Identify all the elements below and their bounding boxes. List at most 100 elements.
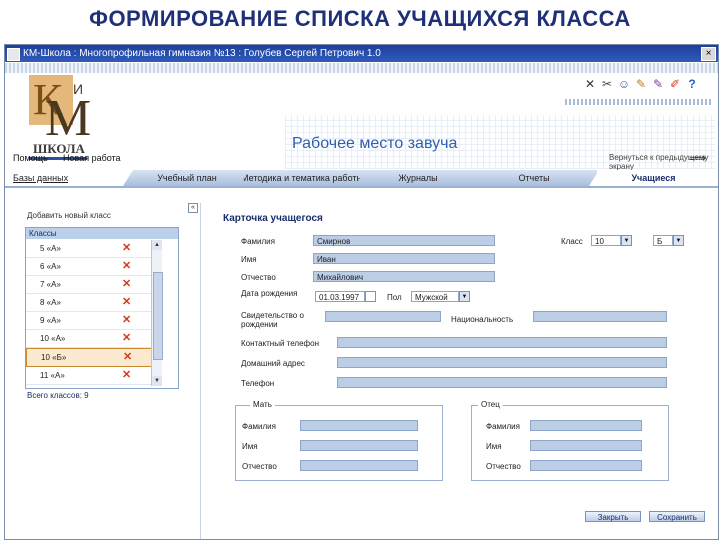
back-arrow-icon[interactable]: ⟹ bbox=[689, 151, 706, 165]
nationality-label: Национальность bbox=[451, 315, 514, 324]
classes-total: Всего классов: 9 bbox=[27, 391, 89, 400]
calendar-icon[interactable] bbox=[365, 291, 376, 302]
workspace-title: Рабочее место завуча bbox=[292, 135, 458, 152]
list-item-selected[interactable]: 10 «Б» ✕ bbox=[26, 348, 155, 367]
scissors-icon[interactable]: ✂ bbox=[600, 77, 614, 91]
chevron-down-icon[interactable]: ▼ bbox=[673, 235, 684, 246]
phone-label: Телефон bbox=[241, 379, 275, 388]
home-address-field[interactable] bbox=[337, 357, 667, 368]
birth-date-field[interactable]: 01.03.1997 bbox=[315, 291, 365, 302]
list-item[interactable]: 5 «А» ✕ bbox=[26, 240, 153, 258]
father-patronymic-label: Отчество bbox=[486, 462, 521, 471]
tab-databases[interactable]: Базы данных bbox=[13, 170, 113, 186]
class-label: 10 «А» bbox=[40, 334, 66, 343]
class-label: 11 «А» bbox=[40, 371, 65, 380]
father-surname-field[interactable] bbox=[530, 420, 642, 431]
scroll-thumb[interactable] bbox=[153, 272, 163, 360]
father-patronymic-field[interactable] bbox=[530, 460, 642, 471]
add-class-link[interactable]: Добавить новый класс bbox=[27, 211, 111, 220]
classes-list: Классы 5 «А» ✕ 6 «А» ✕ 7 «А» ✕ 8 «А» ✕ 9 «А»… bbox=[25, 227, 179, 389]
panel-divider bbox=[200, 203, 201, 539]
menu-help[interactable]: Помощь bbox=[13, 153, 48, 163]
father-legend: Отец bbox=[478, 400, 503, 409]
classes-list-header: Классы bbox=[26, 228, 178, 239]
class-label: 5 «А» bbox=[40, 244, 61, 253]
father-surname-label: Фамилия bbox=[486, 422, 520, 431]
birth-certificate-field[interactable] bbox=[325, 311, 441, 322]
mother-patronymic-label: Отчество bbox=[242, 462, 277, 471]
slide-title: ФОРМИРОВАНИЕ СПИСКА УЧАЩИХСЯ КЛАССА bbox=[89, 6, 631, 31]
class-label: 9 «А» bbox=[40, 316, 61, 325]
tabs-bar: Базы данных Учебный план Методика и тема… bbox=[5, 170, 718, 188]
phone-field[interactable] bbox=[337, 377, 667, 388]
delete-icon[interactable]: ✕ bbox=[122, 294, 131, 311]
logo-letter-m: М bbox=[45, 90, 92, 147]
tab-journals[interactable]: Журналы bbox=[355, 170, 481, 186]
help-icon[interactable]: ? bbox=[685, 77, 699, 91]
close-button[interactable]: Закрыть bbox=[585, 511, 641, 522]
collapse-icon[interactable]: « bbox=[188, 203, 198, 213]
list-item[interactable]: 7 «А» ✕ bbox=[26, 276, 153, 294]
surname-field[interactable]: Смирнов bbox=[313, 235, 495, 246]
birth-certificate-label: Свидетельство о рождении bbox=[241, 311, 304, 329]
delete-icon[interactable]: ✕ bbox=[122, 240, 131, 257]
contact-phone-field[interactable] bbox=[337, 337, 667, 348]
chevron-down-icon[interactable]: ▼ bbox=[621, 235, 632, 246]
list-item[interactable]: 10 «А» ✕ bbox=[26, 330, 153, 348]
patronymic-label: Отчество bbox=[241, 273, 276, 282]
nationality-field[interactable] bbox=[533, 311, 667, 322]
mother-name-field[interactable] bbox=[300, 440, 418, 451]
name-field[interactable]: Иван bbox=[313, 253, 495, 264]
tab-curriculum[interactable]: Учебный план bbox=[123, 170, 251, 186]
close-icon[interactable]: ✕ bbox=[583, 77, 597, 91]
mother-surname-label: Фамилия bbox=[242, 422, 276, 431]
delete-icon[interactable]: ✕ bbox=[122, 276, 131, 293]
class-letter-select[interactable]: Б bbox=[653, 235, 673, 246]
class-number-select[interactable]: 10 bbox=[591, 235, 621, 246]
classes-scrollbar[interactable]: ▲ ▼ bbox=[151, 240, 163, 386]
mother-patronymic-field[interactable] bbox=[300, 460, 418, 471]
tab-students[interactable]: Учащиеся bbox=[589, 170, 718, 186]
class-label: 8 «А» bbox=[40, 298, 61, 307]
edit-user-icon[interactable]: ✐ bbox=[668, 77, 682, 91]
card-title: Карточка учащегося bbox=[223, 213, 323, 224]
father-name-label: Имя bbox=[486, 442, 502, 451]
gender-select[interactable]: Мужской bbox=[411, 291, 459, 302]
km-school-logo: К И М ШКОЛА bbox=[29, 75, 97, 160]
class-label: 6 «А» bbox=[40, 262, 61, 271]
chevron-down-icon[interactable]: ▼ bbox=[459, 291, 470, 302]
decorative-stripe bbox=[5, 63, 718, 73]
class-label: Класс bbox=[561, 237, 583, 246]
save-button[interactable]: Сохранить bbox=[649, 511, 705, 522]
class-label: 10 «Б» bbox=[41, 353, 67, 362]
list-item[interactable]: 11 «А» ✕ bbox=[26, 367, 153, 385]
pencil-icon[interactable]: ✎ bbox=[634, 77, 648, 91]
scroll-down-icon[interactable]: ▼ bbox=[152, 376, 162, 386]
delete-icon[interactable]: ✕ bbox=[122, 312, 131, 329]
student-card: Карточка учащегося Фамилия Смирнов Класс… bbox=[215, 207, 715, 527]
window-titlebar: КМ-Школа : Многопрофильная гимназия №13 … bbox=[5, 45, 718, 62]
list-item[interactable]: 9 «А» ✕ bbox=[26, 312, 153, 330]
class-label: 7 «А» bbox=[40, 280, 61, 289]
app-icon bbox=[7, 48, 20, 61]
mother-surname-field[interactable] bbox=[300, 420, 418, 431]
surname-label: Фамилия bbox=[241, 237, 275, 246]
tab-methods[interactable]: Методика и тематика работы bbox=[239, 170, 365, 186]
list-item[interactable]: 8 «А» ✕ bbox=[26, 294, 153, 312]
patronymic-field[interactable]: Михайлович bbox=[313, 271, 495, 282]
mother-name-label: Имя bbox=[242, 442, 258, 451]
delete-icon[interactable]: ✕ bbox=[122, 367, 131, 384]
classes-panel: Добавить новый класс Классы 5 «А» ✕ 6 «А»… bbox=[23, 205, 179, 405]
scroll-up-icon[interactable]: ▲ bbox=[152, 240, 162, 250]
edit-icon[interactable]: ✎ bbox=[651, 77, 665, 91]
delete-icon[interactable]: ✕ bbox=[123, 349, 132, 366]
delete-icon[interactable]: ✕ bbox=[122, 330, 131, 347]
delete-icon[interactable]: ✕ bbox=[122, 258, 131, 275]
gender-label: Пол bbox=[387, 293, 402, 302]
window-close-icon[interactable]: × bbox=[701, 47, 716, 61]
father-name-field[interactable] bbox=[530, 440, 642, 451]
menu-new-work[interactable]: Новая работа bbox=[63, 153, 121, 163]
tab-reports[interactable]: Отчеты bbox=[471, 170, 597, 186]
list-item[interactable]: 6 «А» ✕ bbox=[26, 258, 153, 276]
users-icon[interactable]: ☺ bbox=[617, 77, 631, 91]
